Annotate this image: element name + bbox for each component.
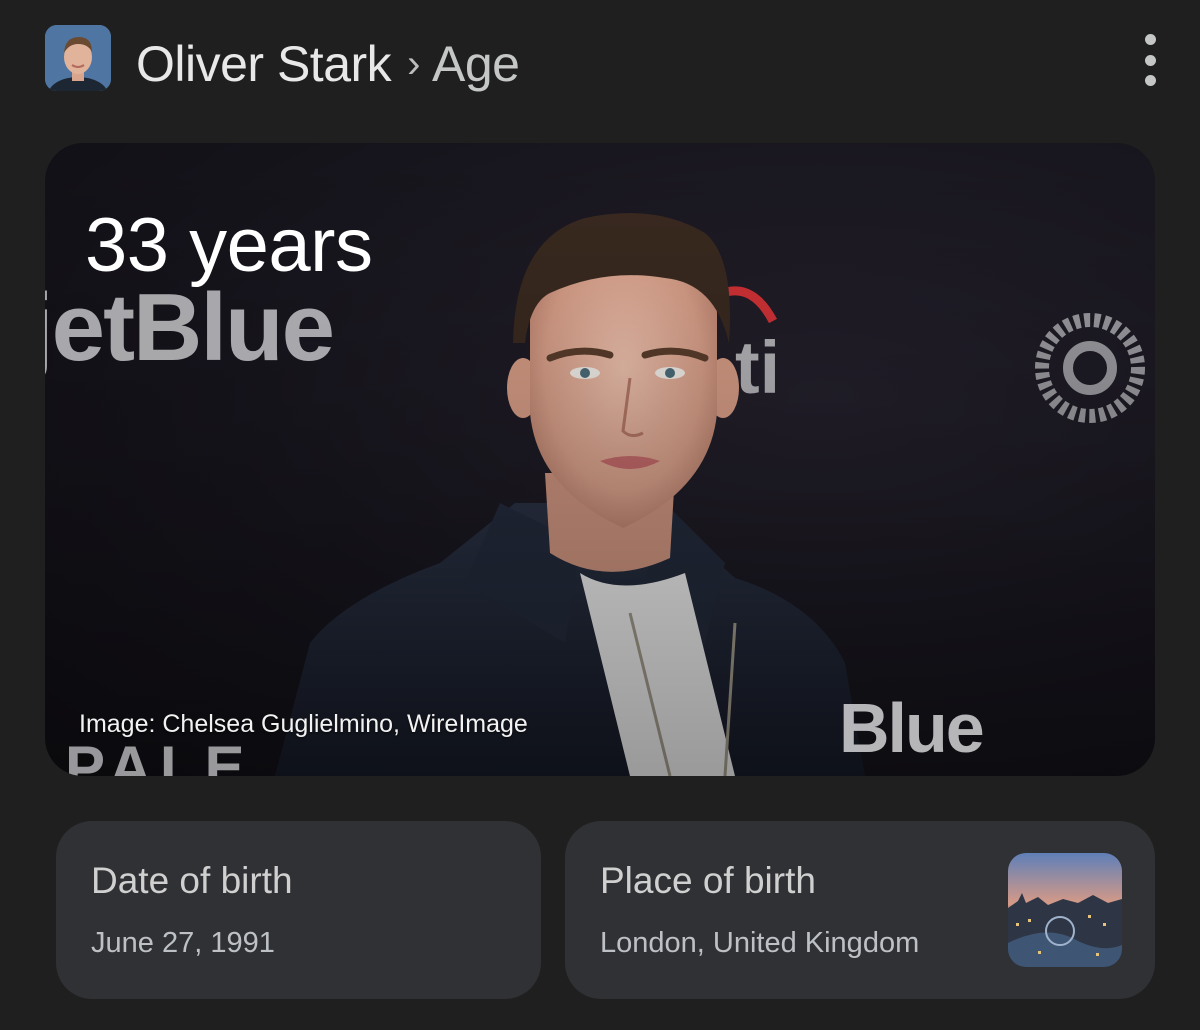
card-label: Date of birth bbox=[91, 860, 293, 901]
hero-image-card[interactable]: ti jet bbox=[45, 143, 1155, 776]
page-title: Oliver Stark › Age bbox=[136, 34, 520, 94]
place-of-birth-card[interactable]: Place of birth London, United Kingdom bbox=[565, 821, 1155, 999]
london-thumbnail bbox=[1008, 853, 1122, 967]
backdrop-logo-blue: Blue bbox=[839, 689, 985, 767]
kebab-dot bbox=[1144, 75, 1156, 86]
attribute-name: Age bbox=[432, 36, 520, 92]
more-vert-icon[interactable] bbox=[1130, 34, 1170, 86]
card-value: June 27, 1991 bbox=[91, 927, 275, 959]
backdrop-logo-paley: PALE bbox=[65, 734, 253, 776]
result-header: Oliver Stark › Age bbox=[0, 0, 1200, 130]
entity-avatar[interactable] bbox=[45, 25, 111, 91]
age-answer: 33 years bbox=[85, 203, 373, 288]
kebab-dot bbox=[1144, 34, 1156, 45]
entity-name[interactable]: Oliver Stark bbox=[136, 34, 392, 94]
kebab-dot bbox=[1144, 54, 1156, 66]
breadcrumb-separator: › bbox=[407, 42, 420, 86]
image-credit: Image: Chelsea Guglielmino, WireImage bbox=[79, 710, 528, 738]
card-label: Place of birth bbox=[600, 860, 816, 901]
date-of-birth-card[interactable]: Date of birth June 27, 1991 bbox=[56, 821, 541, 999]
card-value: London, United Kingdom bbox=[600, 927, 920, 959]
